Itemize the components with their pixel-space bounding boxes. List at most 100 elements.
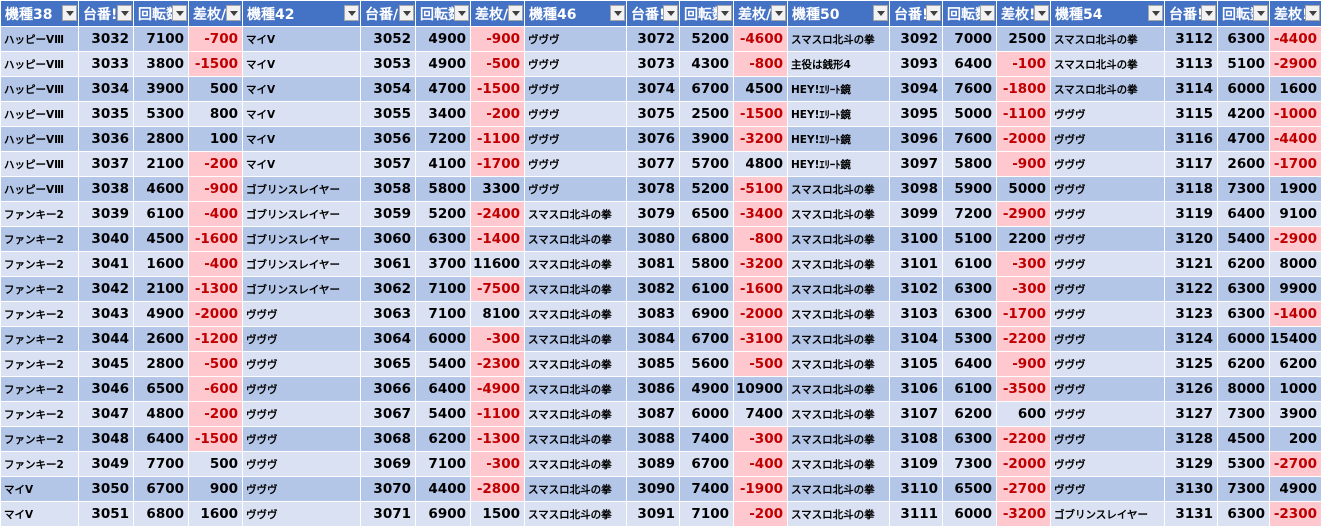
coin-diff-cell[interactable]: -1600 [188, 226, 243, 252]
coin-diff-cell[interactable]: 8000 [1269, 251, 1322, 277]
machine-name-cell[interactable]: スマスロ北斗の拳 [1050, 26, 1165, 52]
machine-name-cell[interactable]: ヴヴヴ [1050, 351, 1165, 377]
spin-count-cell[interactable]: 7100 [415, 276, 471, 302]
spin-count-cell[interactable]: 6100 [942, 251, 997, 277]
spin-count-cell[interactable]: 7600 [942, 76, 997, 102]
machine-number-cell[interactable]: 3053 [360, 51, 416, 77]
coin-diff-cell[interactable]: -1500 [188, 426, 243, 452]
machine-name-cell[interactable]: ヴヴヴ [242, 301, 361, 327]
machine-name-cell[interactable]: スマスロ北斗の拳 [787, 501, 890, 527]
machine-name-cell[interactable]: HEY!ｴﾘｰﾄ鏡 [787, 151, 890, 177]
spin-count-cell[interactable]: 6300 [942, 276, 997, 302]
coin-diff-cell[interactable]: -4900 [470, 376, 525, 402]
coin-diff-cell[interactable]: 8100 [470, 301, 525, 327]
machine-name-cell[interactable]: ファンキー2 [0, 251, 79, 277]
machine-number-cell[interactable]: 3075 [626, 101, 680, 127]
coin-diff-cell[interactable]: -1500 [470, 76, 525, 102]
coin-diff-cell[interactable]: 4900 [1269, 476, 1322, 502]
machine-number-cell[interactable]: 3108 [889, 426, 943, 452]
machine-name-cell[interactable]: ゴブリンスレイヤー [242, 176, 361, 202]
machine-number-cell[interactable]: 3081 [626, 251, 680, 277]
machine-number-cell[interactable]: 3101 [889, 251, 943, 277]
machine-number-cell[interactable]: 3037 [78, 151, 134, 177]
spin-count-cell[interactable]: 7700 [133, 451, 189, 477]
machine-number-cell[interactable]: 3047 [78, 401, 134, 427]
machine-number-cell[interactable]: 3089 [626, 451, 680, 477]
machine-number-cell[interactable]: 3066 [360, 376, 416, 402]
spin-count-cell[interactable]: 5300 [133, 101, 189, 127]
spin-count-cell[interactable]: 6700 [679, 76, 734, 102]
machine-name-cell[interactable]: ゴブリンスレイヤー [242, 251, 361, 277]
spin-count-cell[interactable]: 5100 [1217, 51, 1270, 77]
coin-diff-cell[interactable]: 3300 [470, 176, 525, 202]
machine-number-cell[interactable]: 3073 [626, 51, 680, 77]
machine-number-cell[interactable]: 3080 [626, 226, 680, 252]
machine-number-cell[interactable]: 3084 [626, 326, 680, 352]
coin-diff-cell[interactable]: -1900 [733, 476, 788, 502]
machine-name-cell[interactable]: マイV [242, 51, 361, 77]
coin-diff-cell[interactable]: -3100 [733, 326, 788, 352]
machine-name-cell[interactable]: ヴヴヴ [1050, 276, 1165, 302]
machine-name-cell[interactable]: スマスロ北斗の拳 [524, 501, 627, 527]
machine-number-cell[interactable]: 3083 [626, 301, 680, 327]
machine-name-cell[interactable]: ヴヴヴ [524, 176, 627, 202]
filter-dropdown-icon[interactable] [344, 5, 359, 21]
filter-dropdown-icon[interactable] [172, 5, 187, 21]
machine-name-cell[interactable]: スマスロ北斗の拳 [524, 276, 627, 302]
spin-count-cell[interactable]: 6200 [415, 426, 471, 452]
machine-number-cell[interactable]: 3121 [1164, 251, 1218, 277]
machine-name-cell[interactable]: HEY!ｴﾘｰﾄ鏡 [787, 76, 890, 102]
spin-count-cell[interactable]: 2800 [133, 126, 189, 152]
spin-count-cell[interactable]: 4100 [415, 151, 471, 177]
coin-diff-cell[interactable]: 10900 [733, 376, 788, 402]
spin-count-cell[interactable]: 3700 [415, 251, 471, 277]
machine-name-cell[interactable]: ゴブリンスレイヤー [242, 276, 361, 302]
machine-name-cell[interactable]: ヴヴヴ [242, 351, 361, 377]
machine-number-cell[interactable]: 3103 [889, 301, 943, 327]
coin-diff-cell[interactable]: 600 [996, 401, 1051, 427]
column-header[interactable]: 回転数 [133, 0, 189, 27]
spin-count-cell[interactable]: 3900 [133, 76, 189, 102]
spin-count-cell[interactable]: 6200 [1217, 351, 1270, 377]
machine-number-cell[interactable]: 3130 [1164, 476, 1218, 502]
spin-count-cell[interactable]: 6400 [1217, 201, 1270, 227]
machine-number-cell[interactable]: 3124 [1164, 326, 1218, 352]
machine-name-cell[interactable]: ハッピーVⅢ [0, 176, 79, 202]
coin-diff-cell[interactable]: -4400 [1269, 26, 1322, 52]
machine-number-cell[interactable]: 3058 [360, 176, 416, 202]
machine-number-cell[interactable]: 3086 [626, 376, 680, 402]
spin-count-cell[interactable]: 6700 [679, 326, 734, 352]
coin-diff-cell[interactable]: -2400 [470, 201, 525, 227]
machine-number-cell[interactable]: 3082 [626, 276, 680, 302]
spin-count-cell[interactable]: 6300 [1217, 26, 1270, 52]
coin-diff-cell[interactable]: -1500 [733, 101, 788, 127]
coin-diff-cell[interactable]: -1500 [188, 51, 243, 77]
machine-name-cell[interactable]: ヴヴヴ [242, 326, 361, 352]
machine-name-cell[interactable]: マイV [242, 126, 361, 152]
machine-number-cell[interactable]: 3071 [360, 501, 416, 527]
machine-name-cell[interactable]: ヴヴヴ [1050, 326, 1165, 352]
coin-diff-cell[interactable]: -1000 [1269, 101, 1322, 127]
machine-number-cell[interactable]: 3032 [78, 26, 134, 52]
machine-name-cell[interactable]: ハッピーVⅢ [0, 26, 79, 52]
spin-count-cell[interactable]: 7400 [679, 426, 734, 452]
column-header[interactable]: 回転数 [415, 0, 471, 27]
coin-diff-cell[interactable]: -2800 [470, 476, 525, 502]
machine-name-cell[interactable]: スマスロ北斗の拳 [787, 476, 890, 502]
spin-count-cell[interactable]: 7300 [942, 451, 997, 477]
machine-number-cell[interactable]: 3038 [78, 176, 134, 202]
coin-diff-cell[interactable]: 2500 [996, 26, 1051, 52]
spin-count-cell[interactable]: 6100 [942, 376, 997, 402]
spin-count-cell[interactable]: 7200 [942, 201, 997, 227]
spin-count-cell[interactable]: 7300 [1217, 476, 1270, 502]
column-header[interactable]: 回転数 [1217, 0, 1270, 27]
spin-count-cell[interactable]: 6300 [1217, 301, 1270, 327]
machine-name-cell[interactable]: スマスロ北斗の拳 [524, 476, 627, 502]
coin-diff-cell[interactable]: 9100 [1269, 201, 1322, 227]
machine-number-cell[interactable]: 3102 [889, 276, 943, 302]
spin-count-cell[interactable]: 6300 [942, 301, 997, 327]
column-header[interactable]: 台番! [626, 0, 680, 27]
machine-name-cell[interactable]: ファンキー2 [0, 326, 79, 352]
machine-name-cell[interactable]: マイV [242, 101, 361, 127]
machine-name-cell[interactable]: ヴヴヴ [1050, 151, 1165, 177]
